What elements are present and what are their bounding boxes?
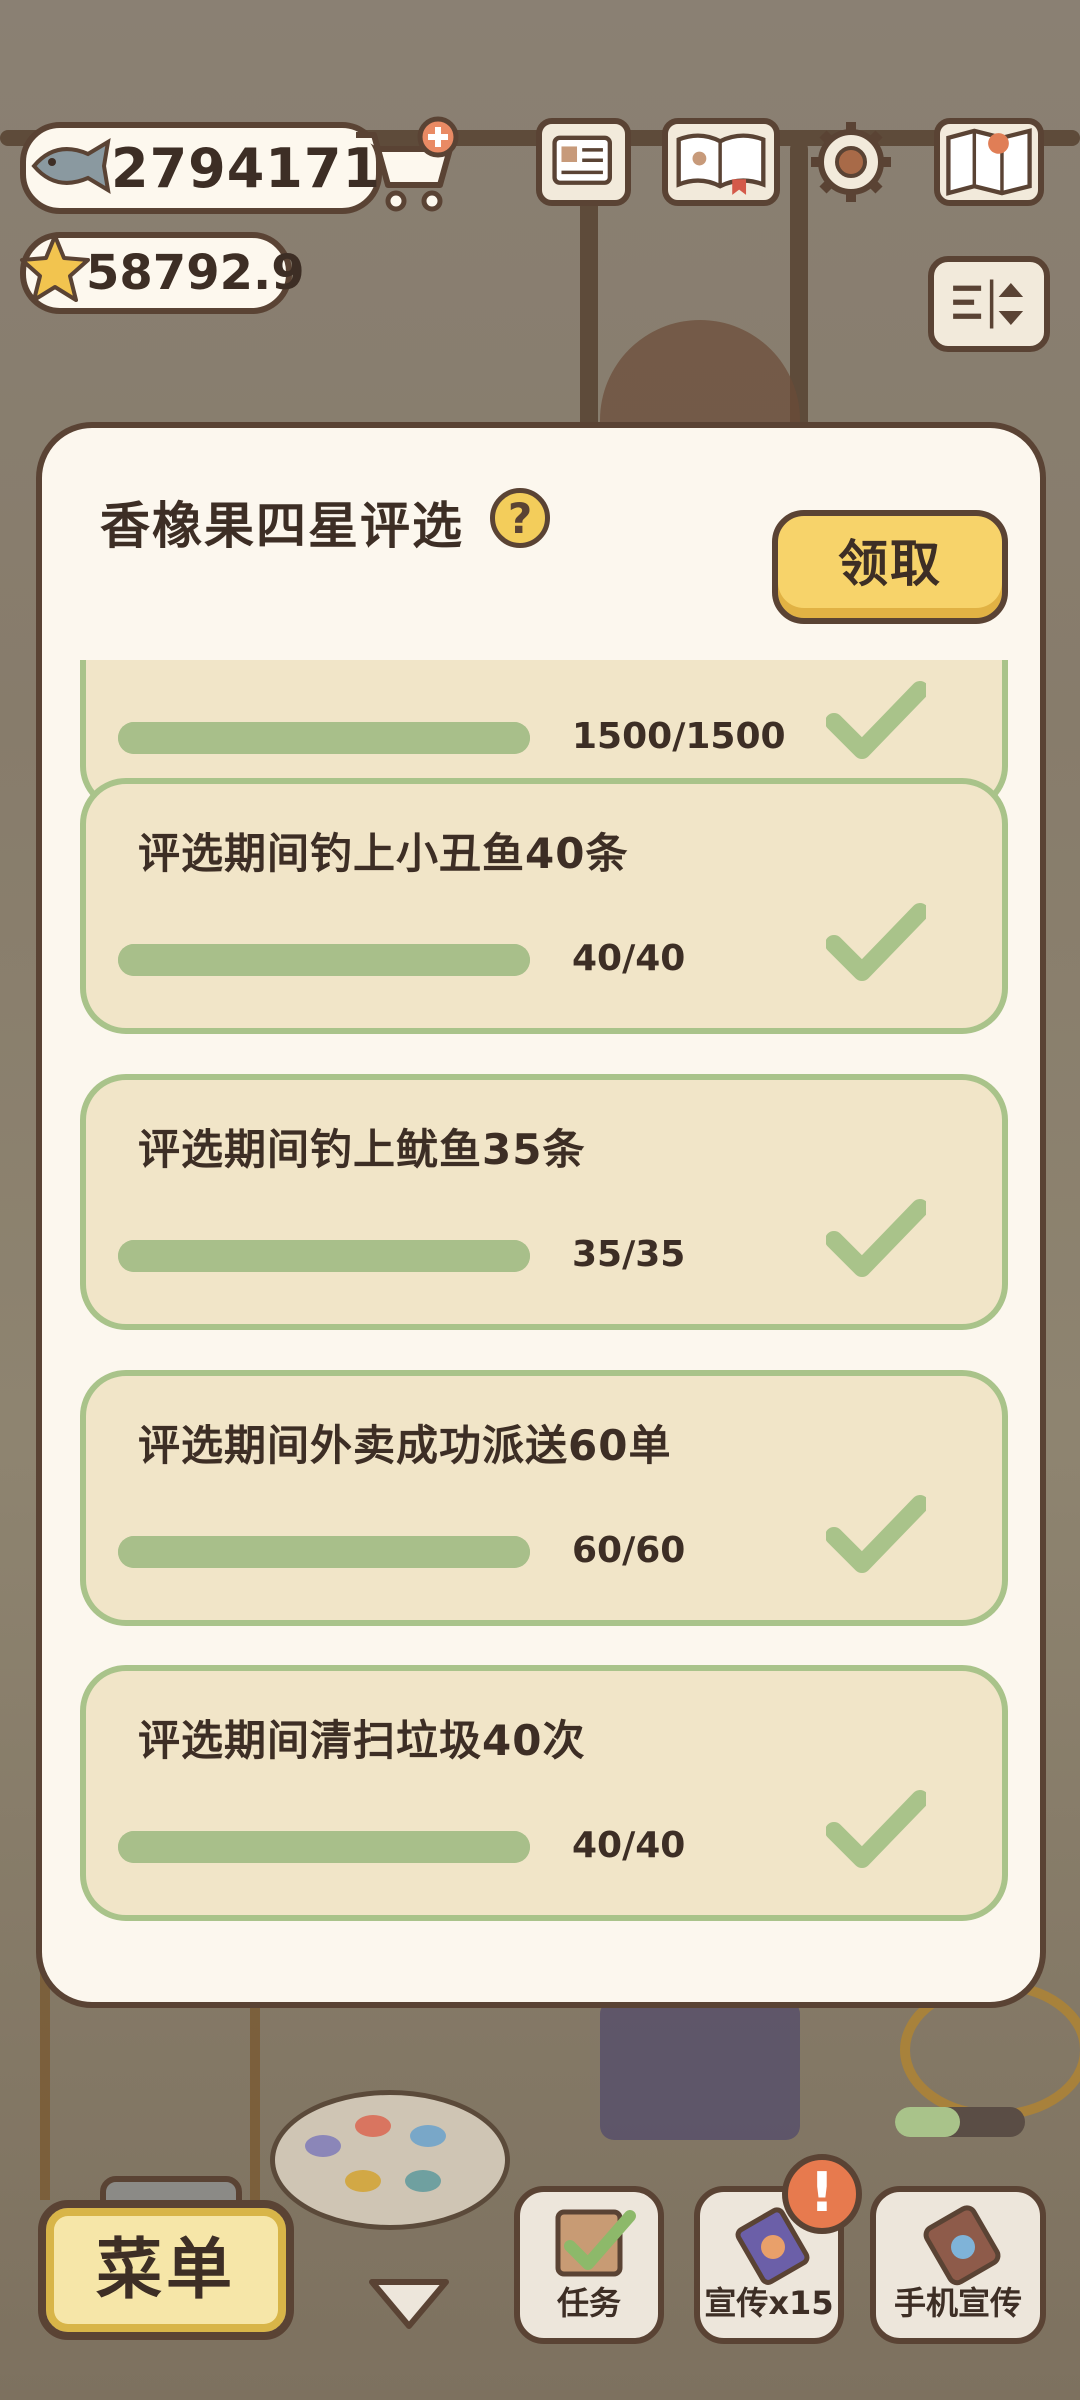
map-icon [946, 128, 1032, 196]
star-count: 58792.9 [86, 245, 305, 301]
sort-button[interactable] [928, 256, 1050, 352]
task-progress-bar [118, 722, 530, 754]
gear-icon [811, 122, 891, 202]
task-count: 40/40 [572, 938, 686, 979]
task-progress-bar [118, 1831, 530, 1863]
map-button[interactable] [934, 118, 1044, 206]
promo-button-label: 宣传x15 [704, 2284, 834, 2322]
task-progress-bar [118, 1240, 530, 1272]
checkmark-icon [826, 681, 926, 759]
alert-badge-icon: ! [782, 2154, 862, 2234]
task-label: 评选期间外卖成功派送60单 [138, 1421, 672, 1470]
claim-button[interactable]: 领取 [772, 510, 1008, 624]
settings-button[interactable] [804, 118, 899, 206]
task-count: 40/40 [572, 1825, 686, 1866]
evaluation-dialog: 香橡果四星评选 ? 领取 1500/1500 评选期间钓上小丑鱼40条 40/4… [36, 422, 1046, 2008]
task-button[interactable]: 任务 [514, 2186, 664, 2344]
task-label: 评选期间清扫垃圾40次 [138, 1716, 586, 1765]
task-progress-bar [118, 944, 530, 976]
checkmark-icon [826, 903, 926, 981]
checkmark-icon [826, 1199, 926, 1277]
open-book-icon [676, 133, 766, 195]
dialog-title: 香橡果四星评选 [100, 497, 464, 555]
fish-icon [31, 138, 111, 194]
phone-promo-button[interactable]: 手机宣传 [870, 2186, 1046, 2344]
chevron-down-icon[interactable] [364, 2272, 454, 2334]
task-label: 评选期间钓上鱿鱼35条 [138, 1125, 586, 1174]
card-icon [552, 135, 612, 185]
task-list[interactable]: 1500/1500 评选期间钓上小丑鱼40条 40/40 评选期间钓上鱿鱼35条… [42, 660, 1040, 1980]
checkmark-icon [826, 1790, 926, 1868]
help-icon[interactable]: ? [490, 488, 550, 548]
task-card: 评选期间钓上小丑鱼40条 40/40 [80, 778, 1008, 1034]
cart-plus-icon[interactable] [350, 115, 460, 215]
task-card: 评选期间钓上鱿鱼35条 35/35 [80, 1074, 1008, 1330]
star-icon [20, 234, 90, 302]
card-button[interactable] [536, 118, 631, 206]
star-currency[interactable]: 58792.9 [20, 232, 305, 314]
task-progress-bar [118, 1536, 530, 1568]
task-card: 评选期间外卖成功派送60单 60/60 [80, 1370, 1008, 1626]
task-count: 60/60 [572, 1530, 686, 1571]
task-label: 评选期间钓上小丑鱼40条 [138, 829, 629, 878]
fish-count: 2794171 [111, 136, 382, 200]
phone-promo-label: 手机宣传 [893, 2284, 1022, 2322]
task-button-label: 任务 [556, 2284, 621, 2322]
sort-icon [953, 279, 1024, 329]
fish-currency[interactable]: 2794171 [20, 122, 382, 214]
task-card: 评选期间清扫垃圾40次 40/40 [80, 1665, 1008, 1921]
task-count: 1500/1500 [572, 716, 786, 757]
task-count: 35/35 [572, 1234, 686, 1275]
menu-button[interactable]: 菜单 [38, 2200, 294, 2340]
stool-decoration [600, 2000, 800, 2140]
book-button[interactable] [662, 118, 780, 206]
phone-promo-progress [895, 2107, 1025, 2137]
paint-palette [270, 2090, 510, 2230]
checkmark-icon [826, 1495, 926, 1573]
